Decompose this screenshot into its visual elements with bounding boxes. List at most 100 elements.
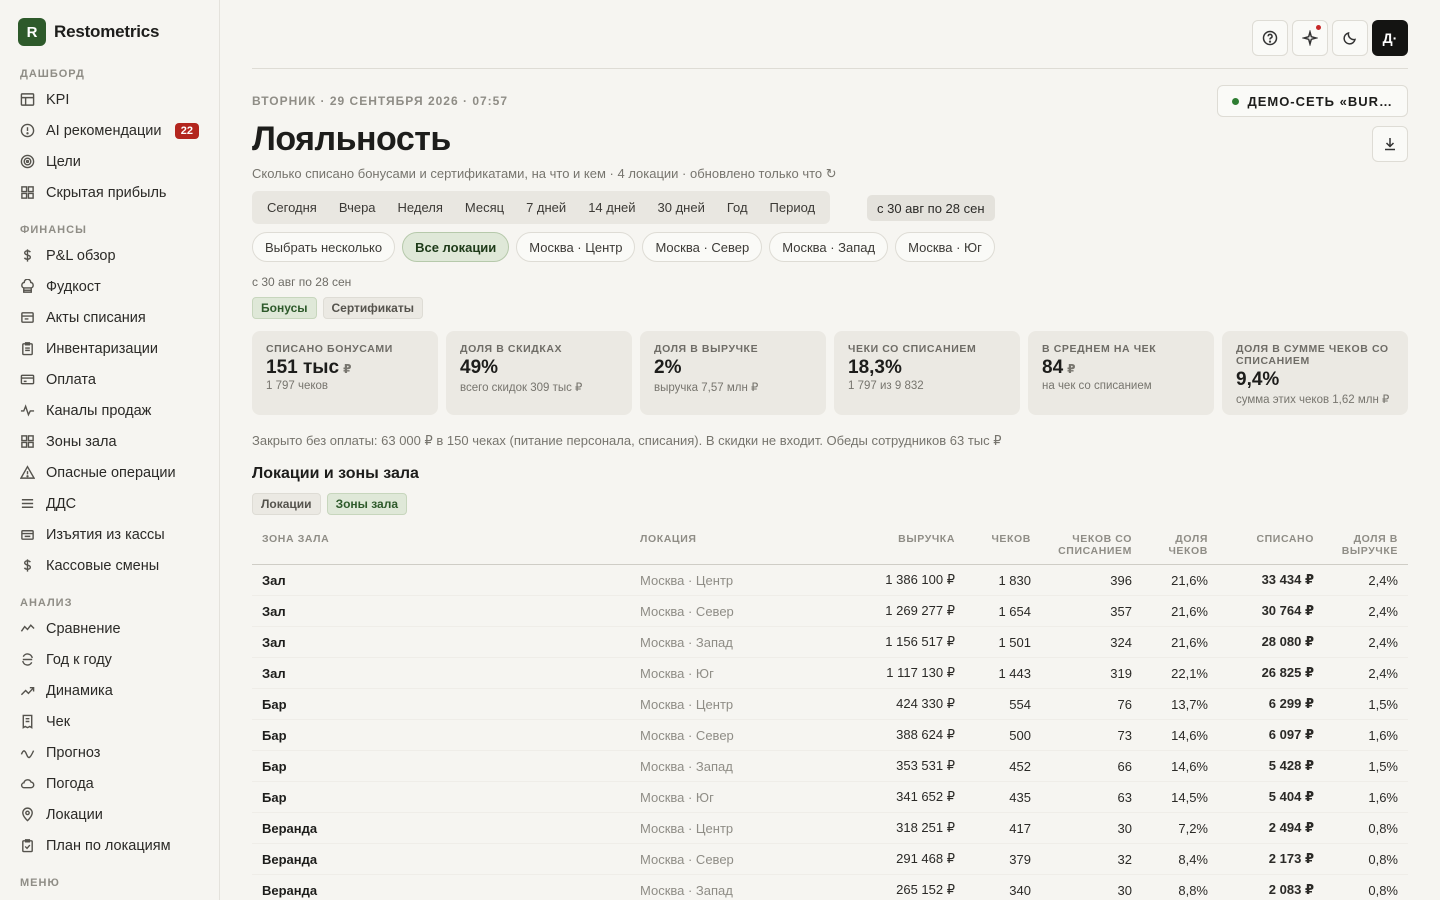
view-toggle-option-0[interactable]: Локации: [252, 493, 321, 515]
table-cell: 66: [1041, 750, 1142, 782]
sidebar-item-изъятия-из-кассы[interactable]: Изъятия из кассы: [0, 519, 219, 550]
column-header[interactable]: ВЫРУЧКА: [830, 527, 965, 565]
table-cell: Бар: [252, 781, 630, 813]
table-row[interactable]: Зал Москва · Север 1 269 277 ₽1 654 357 21,6…: [252, 595, 1408, 627]
period-tab-30-дней[interactable]: 30 дней: [647, 200, 716, 215]
sidebar-item-прогноз[interactable]: Прогноз: [0, 737, 219, 768]
type-toggle-option-1[interactable]: Сертификаты: [322, 297, 423, 319]
table-row[interactable]: Бар Москва · Запад 353 531 ₽452 66 14,6% 5 42…: [252, 750, 1408, 782]
sidebar-item-инвентаризации[interactable]: Инвентаризации: [0, 333, 219, 364]
table-row[interactable]: Бар Москва · Север 388 624 ₽500 73 14,6% 6 09…: [252, 719, 1408, 751]
sidebar-item-p-l-обзор[interactable]: P&L обзор: [0, 240, 219, 271]
table-cell: 435: [965, 781, 1041, 813]
compare-icon: [20, 621, 35, 636]
period-tab-вчера[interactable]: Вчера: [328, 200, 387, 215]
view-toggle-option-1[interactable]: Зоны зала: [326, 493, 408, 515]
sidebar-item-чек[interactable]: Чек: [0, 706, 219, 737]
sidebar-item-сравнение[interactable]: Сравнение: [0, 613, 219, 644]
sidebar-item-скрытая-прибыль[interactable]: Скрытая прибыль: [0, 177, 219, 208]
kpi-cards: СПИСАНО БОНУСАМИ 151 тыс ₽1 797 чеков ДОЛЯ …: [252, 331, 1408, 415]
network-selector[interactable]: ДЕМО-СЕТЬ «BUR…: [1217, 85, 1408, 117]
period-tab-неделя[interactable]: Неделя: [387, 200, 454, 215]
user-avatar[interactable]: Д·: [1372, 20, 1408, 56]
table-row[interactable]: Веранда Москва · Центр 318 251 ₽417 30 7,2% 2…: [252, 812, 1408, 844]
kpi-subtext: 1 797 чеков: [266, 380, 329, 392]
column-header[interactable]: СПИСАНО: [1218, 527, 1324, 565]
location-pill[interactable]: Москва · Юг: [895, 232, 995, 262]
sidebar-item-динамика[interactable]: Динамика: [0, 675, 219, 706]
kpi-subtext: сумма этих чеков 1,62 млн ₽: [1236, 394, 1390, 406]
location-pill[interactable]: Москва · Запад: [769, 232, 889, 262]
sidebar-item-label: Кассовые смены: [46, 557, 160, 574]
sidebar-item-фудкост[interactable]: Фудкост: [0, 271, 219, 302]
table-row[interactable]: Веранда Москва · Запад 265 152 ₽340 30 8,8% 2…: [252, 874, 1408, 900]
table-cell: 388 624 ₽: [830, 719, 965, 751]
table-cell: 319: [1041, 657, 1142, 689]
kpi-card: В СРЕДНЕМ НА ЧЕК 84 ₽ на чек со списанием: [1028, 331, 1214, 415]
table-cell: Москва · Центр: [630, 564, 830, 596]
sidebar-item-kpi[interactable]: KPI: [0, 84, 219, 115]
table-cell: 1 501: [965, 626, 1041, 658]
column-header[interactable]: ЗОНА ЗАЛА: [252, 527, 630, 565]
type-toggle-option-0[interactable]: Бонусы: [252, 297, 317, 319]
table-row[interactable]: Бар Москва · Центр 424 330 ₽554 76 13,7% 6 29…: [252, 688, 1408, 720]
clipboard-icon: [20, 341, 35, 356]
table-cell: 2,4%: [1324, 564, 1408, 596]
table-cell: 1 654: [965, 595, 1041, 627]
column-header[interactable]: ДОЛЯ ЧЕКОВ: [1142, 527, 1218, 565]
table-cell: 0,8%: [1324, 843, 1408, 875]
table-cell: Бар: [252, 750, 630, 782]
period-tab-7-дней[interactable]: 7 дней: [515, 200, 577, 215]
location-pill[interactable]: Все локации: [402, 232, 510, 262]
help-button[interactable]: [1252, 20, 1288, 56]
sidebar-item-год-к-году[interactable]: Год к году: [0, 644, 219, 675]
download-button[interactable]: [1372, 126, 1408, 162]
table-cell: Бар: [252, 719, 630, 751]
table-cell: 379: [965, 843, 1041, 875]
table-row[interactable]: Зал Москва · Юг 1 117 130 ₽1 443 319 22,1% 26…: [252, 657, 1408, 689]
sidebar-item-каналы-продаж[interactable]: Каналы продаж: [0, 395, 219, 426]
column-header[interactable]: ЧЕКОВ СО СПИСАНИЕМ: [1041, 527, 1142, 565]
sidebar-item-ai-рекомендации[interactable]: AI рекомендации 22: [0, 115, 219, 146]
theme-toggle-button[interactable]: [1332, 20, 1368, 56]
sidebar-item-label: Инвентаризации: [46, 340, 158, 357]
sidebar-item-погода[interactable]: Погода: [0, 768, 219, 799]
period-tab-год[interactable]: Год: [716, 200, 759, 215]
table-row[interactable]: Бар Москва · Юг 341 652 ₽435 63 14,5% 5 404 ₽…: [252, 781, 1408, 813]
period-tab-период[interactable]: Период: [759, 200, 827, 215]
period-tab-месяц[interactable]: Месяц: [454, 200, 515, 215]
location-pill[interactable]: Москва · Центр: [516, 232, 636, 262]
sidebar-item-ддс[interactable]: ДДС: [0, 488, 219, 519]
period-tab-14-дней[interactable]: 14 дней: [577, 200, 646, 215]
column-header[interactable]: ЧЕКОВ: [965, 527, 1041, 565]
table-cell: 2 173 ₽: [1218, 843, 1324, 875]
sidebar-item-кассовые-смены[interactable]: Кассовые смены: [0, 550, 219, 581]
sidebar-nav: ДАШБОРД KPI AI рекомендации 22 Цели Скрытая п…: [0, 62, 219, 900]
sidebar-item-зоны-зала[interactable]: Зоны зала: [0, 426, 219, 457]
sidebar-item-опасные-операции[interactable]: Опасные операции: [0, 457, 219, 488]
main-content: Д· ВТОРНИК · 29 СЕНТЯБРЯ 2026 · 07:57 ДЕ…: [220, 0, 1440, 900]
period-tab-сегодня[interactable]: Сегодня: [256, 200, 328, 215]
table-cell: 14,6%: [1142, 719, 1218, 751]
sidebar-item-акты-списания[interactable]: Акты списания: [0, 302, 219, 333]
nav-section: МЕНЮ: [0, 871, 219, 893]
brand[interactable]: R Restometrics: [18, 18, 160, 46]
table-cell: 318 251 ₽: [830, 812, 965, 844]
table-cell: 0,8%: [1324, 874, 1408, 900]
ai-sparkle-button[interactable]: [1292, 20, 1328, 56]
table-row[interactable]: Зал Москва · Запад 1 156 517 ₽1 501 324 21,6…: [252, 626, 1408, 658]
table-row[interactable]: Веранда Москва · Север 291 468 ₽379 32 8,4% 2…: [252, 843, 1408, 875]
sidebar-item-цели[interactable]: Цели: [0, 146, 219, 177]
location-pill[interactable]: Москва · Север: [642, 232, 763, 262]
sidebar: R Restometrics ДАШБОРД KPI AI рекомендации…: [0, 0, 220, 900]
sidebar-item-локации[interactable]: Локации: [0, 799, 219, 830]
table-cell: 341 652 ₽: [830, 781, 965, 813]
sidebar-item-план-по-локациям[interactable]: План по локациям: [0, 830, 219, 861]
table-cell: 7,2%: [1142, 812, 1218, 844]
column-header[interactable]: ЛОКАЦИЯ: [630, 527, 830, 565]
table-row[interactable]: Зал Москва · Центр 1 386 100 ₽1 830 396 21,6…: [252, 564, 1408, 596]
sidebar-item-оплата[interactable]: Оплата: [0, 364, 219, 395]
location-pill[interactable]: Выбрать несколько: [252, 232, 396, 262]
column-header[interactable]: ДОЛЯ В ВЫРУЧКЕ: [1324, 527, 1408, 565]
period-range-button[interactable]: с 30 авг по 28 сен: [867, 195, 995, 221]
